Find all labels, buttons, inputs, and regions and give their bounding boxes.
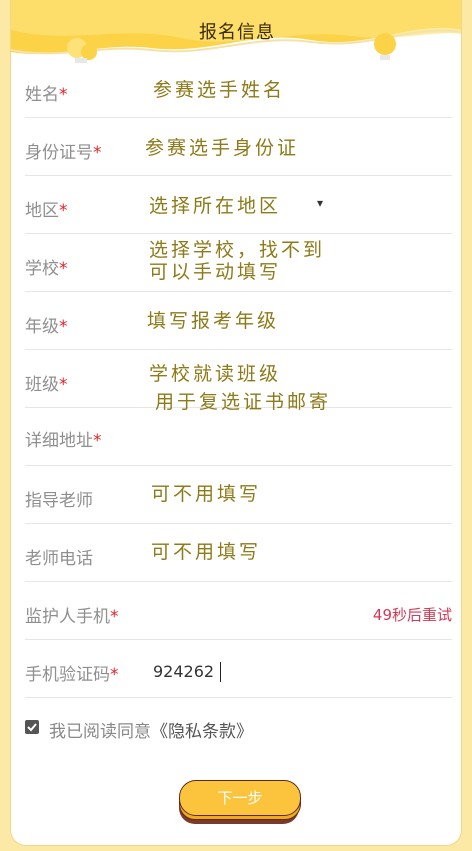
field-label: 班级* [25,375,68,395]
field-label: 身份证号* [25,143,102,163]
field-id-number-row[interactable]: 身份证号* 参赛选手身份证 [25,118,452,176]
field-region-row[interactable]: 地区* 选择所在地区 ▾ [25,176,452,234]
school-hint-line-2[interactable]: 可以手动填写 [149,260,281,284]
field-label: 指导老师 [25,491,93,511]
field-school-row[interactable]: 学校* 选择学校，找不到 可以手动填写 [25,234,452,292]
verify-code-input[interactable]: 924262 [153,662,333,686]
field-label: 监护人手机* [25,607,119,627]
class-hint-line-1[interactable]: 学校就读班级 [149,362,281,386]
teacher-hint[interactable]: 可不用填写 [151,482,261,506]
agreement-checkbox[interactable] [25,720,39,734]
privacy-link[interactable]: 《隐私条款》 [151,722,253,742]
teacher-phone-hint[interactable]: 可不用填写 [151,540,261,564]
page-title: 报名信息 [199,22,275,43]
form-card: 报名信息 姓名* 参赛选手姓名 身份证号* 参赛选手身份证 地区* 选择所在地区… [10,0,462,846]
field-label: 年级* [25,317,68,337]
school-hint-line-1[interactable]: 选择学校，找不到 [149,238,325,262]
field-label: 老师电话 [25,549,93,569]
next-button-group[interactable]: 下一步 [179,778,301,828]
grade-hint[interactable]: 填写报考年级 [147,309,279,333]
field-verify-code-row[interactable]: 手机验证码* 924262 [25,640,452,698]
field-grade-row[interactable]: 年级* 填写报考年级 [25,292,452,350]
field-teacher-phone-row[interactable]: 老师电话 可不用填写 [25,524,452,582]
field-address-row[interactable]: 详细地址* [25,408,452,466]
field-label: 手机验证码* [25,665,119,685]
field-name-row[interactable]: 姓名* 参赛选手姓名 [25,60,452,118]
name-hint[interactable]: 参赛选手姓名 [153,78,285,102]
field-label: 地区* [25,201,68,221]
field-class-row[interactable]: 班级* 学校就读班级 用于复选证书邮寄 [25,350,452,413]
field-guardian-phone-row[interactable]: 监护人手机* 49秒后重试 [25,582,452,640]
dropdown-arrow-icon[interactable]: ▾ [317,196,323,210]
field-label: 详细地址* [25,431,102,451]
checkmark-icon [27,723,37,732]
field-teacher-row[interactable]: 指导老师 可不用填写 [25,466,452,524]
text-caret [220,662,221,682]
region-hint[interactable]: 选择所在地区 [149,194,281,218]
resend-timer: 49秒后重试 [372,606,452,624]
field-label: 学校* [25,259,68,279]
id-number-hint[interactable]: 参赛选手身份证 [145,136,299,160]
agreement-text: 我已阅读同意《隐私条款》 [49,722,253,742]
next-button[interactable]: 下一步 [179,780,301,816]
field-label: 姓名* [25,85,68,105]
